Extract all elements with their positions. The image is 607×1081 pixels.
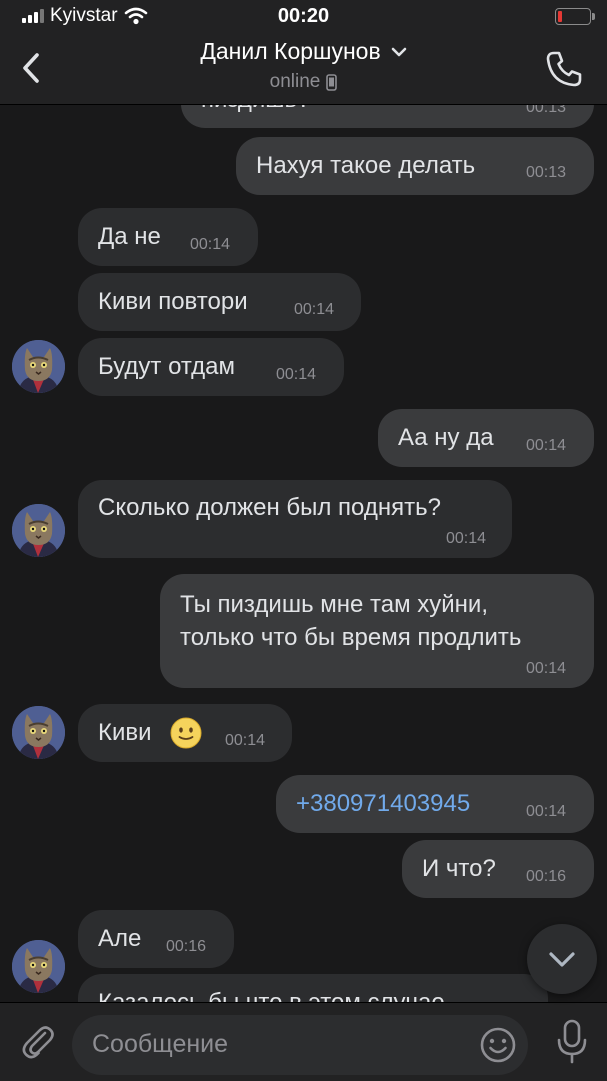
message-bubble-incoming[interactable]: Але 00:16	[78, 910, 234, 968]
message-text: И что?	[422, 855, 496, 882]
message-time: 00:14	[526, 437, 567, 454]
message-input[interactable]: Сообщение	[72, 1015, 528, 1075]
message-time: 00:14	[276, 366, 317, 383]
message-input-placeholder: Сообщение	[92, 1030, 229, 1058]
message-bubble-outgoing[interactable]: Ты пиздишь мне там хуйни, только что бы …	[160, 574, 594, 688]
cat-avatar-image	[12, 940, 65, 993]
message-text: Киви	[98, 719, 152, 746]
emoji-slight-smile	[170, 717, 202, 749]
chat-header: Данил Коршунов online	[0, 34, 607, 105]
message-bubble-outgoing[interactable]: Нахуя такое делать 00:13	[236, 137, 594, 195]
message-text: пиздишь?	[201, 104, 310, 114]
scroll-down-icon	[549, 952, 575, 967]
message-text: Нахуя такое делать	[256, 152, 476, 179]
message-time: 00:14	[446, 530, 487, 547]
message-text: Сколько должен был поднять?	[98, 494, 441, 521]
presence-status: online	[269, 71, 321, 92]
message-bubble-incoming[interactable]: Да не 00:14	[78, 208, 258, 266]
message-bubble-incoming[interactable]: Сколько должен был поднять? 00:14	[78, 480, 512, 558]
status-time: 00:20	[277, 5, 330, 27]
cat-avatar-image	[12, 340, 65, 393]
message-time: 00:13	[526, 164, 567, 181]
message-text: Аа ну да	[398, 424, 494, 451]
avatar[interactable]	[12, 940, 65, 993]
message-time: 00:14	[526, 803, 567, 820]
emoji-smile-icon[interactable]	[478, 1025, 518, 1065]
avatar[interactable]	[12, 706, 65, 759]
microphone-icon[interactable]	[555, 1018, 589, 1066]
scroll-down-button[interactable]	[527, 924, 597, 994]
message-bubble-outgoing[interactable]: +380971403945 00:14	[276, 775, 594, 833]
message-text: Да не	[98, 223, 161, 250]
message-bubble-incoming[interactable]: Будут отдам 00:14	[78, 338, 344, 396]
message-time: 00:16	[526, 868, 567, 885]
message-composer: Сообщение	[0, 1002, 607, 1081]
message-time: 00:16	[166, 938, 207, 955]
status-bar: Kyivstar 00:20	[0, 0, 607, 34]
message-text: Казалось бы что в этом случае	[98, 989, 445, 1002]
cat-avatar-image	[12, 706, 65, 759]
chevron-down-icon[interactable]	[391, 47, 407, 57]
cat-avatar-image	[12, 504, 65, 557]
message-text: Киви повтори	[98, 288, 248, 315]
message-bubble-incoming[interactable]: Киви 00:14	[78, 704, 292, 762]
message-bubble-outgoing[interactable]: Аа ну да 00:14	[378, 409, 594, 467]
message-list[interactable]: пиздишь? 00:13 Нахуя такое делать 00:13 …	[0, 104, 607, 1002]
battery-icon	[555, 8, 595, 25]
message-bubble-outgoing[interactable]: пиздишь? 00:13	[181, 104, 594, 128]
message-bubble-incoming[interactable]: Казалось бы что в этом случае	[78, 974, 548, 1002]
message-text: Будут отдам	[98, 353, 235, 380]
avatar[interactable]	[12, 340, 65, 393]
message-text: Ты пиздишь мне там хуйни, только что бы …	[180, 591, 522, 651]
contact-title-area[interactable]: Данил Коршунов online	[0, 38, 607, 93]
message-time: 00:14	[294, 301, 335, 318]
phone-number-link[interactable]: +380971403945	[296, 790, 470, 818]
message-time: 00:14	[190, 236, 231, 253]
message-time: 00:14	[225, 732, 266, 749]
message-time: 00:14	[526, 660, 567, 677]
message-bubble-outgoing[interactable]: И что? 00:16	[402, 840, 594, 898]
avatar[interactable]	[12, 504, 65, 557]
message-time: 00:13	[526, 104, 567, 116]
message-text: Але	[98, 925, 142, 952]
phone-icon[interactable]	[543, 48, 585, 90]
mobile-device-icon	[326, 73, 338, 91]
attach-clip-icon[interactable]	[18, 1021, 58, 1061]
message-bubble-incoming[interactable]: Киви повтори 00:14	[78, 273, 361, 331]
contact-name[interactable]: Данил Коршунов	[200, 38, 380, 65]
